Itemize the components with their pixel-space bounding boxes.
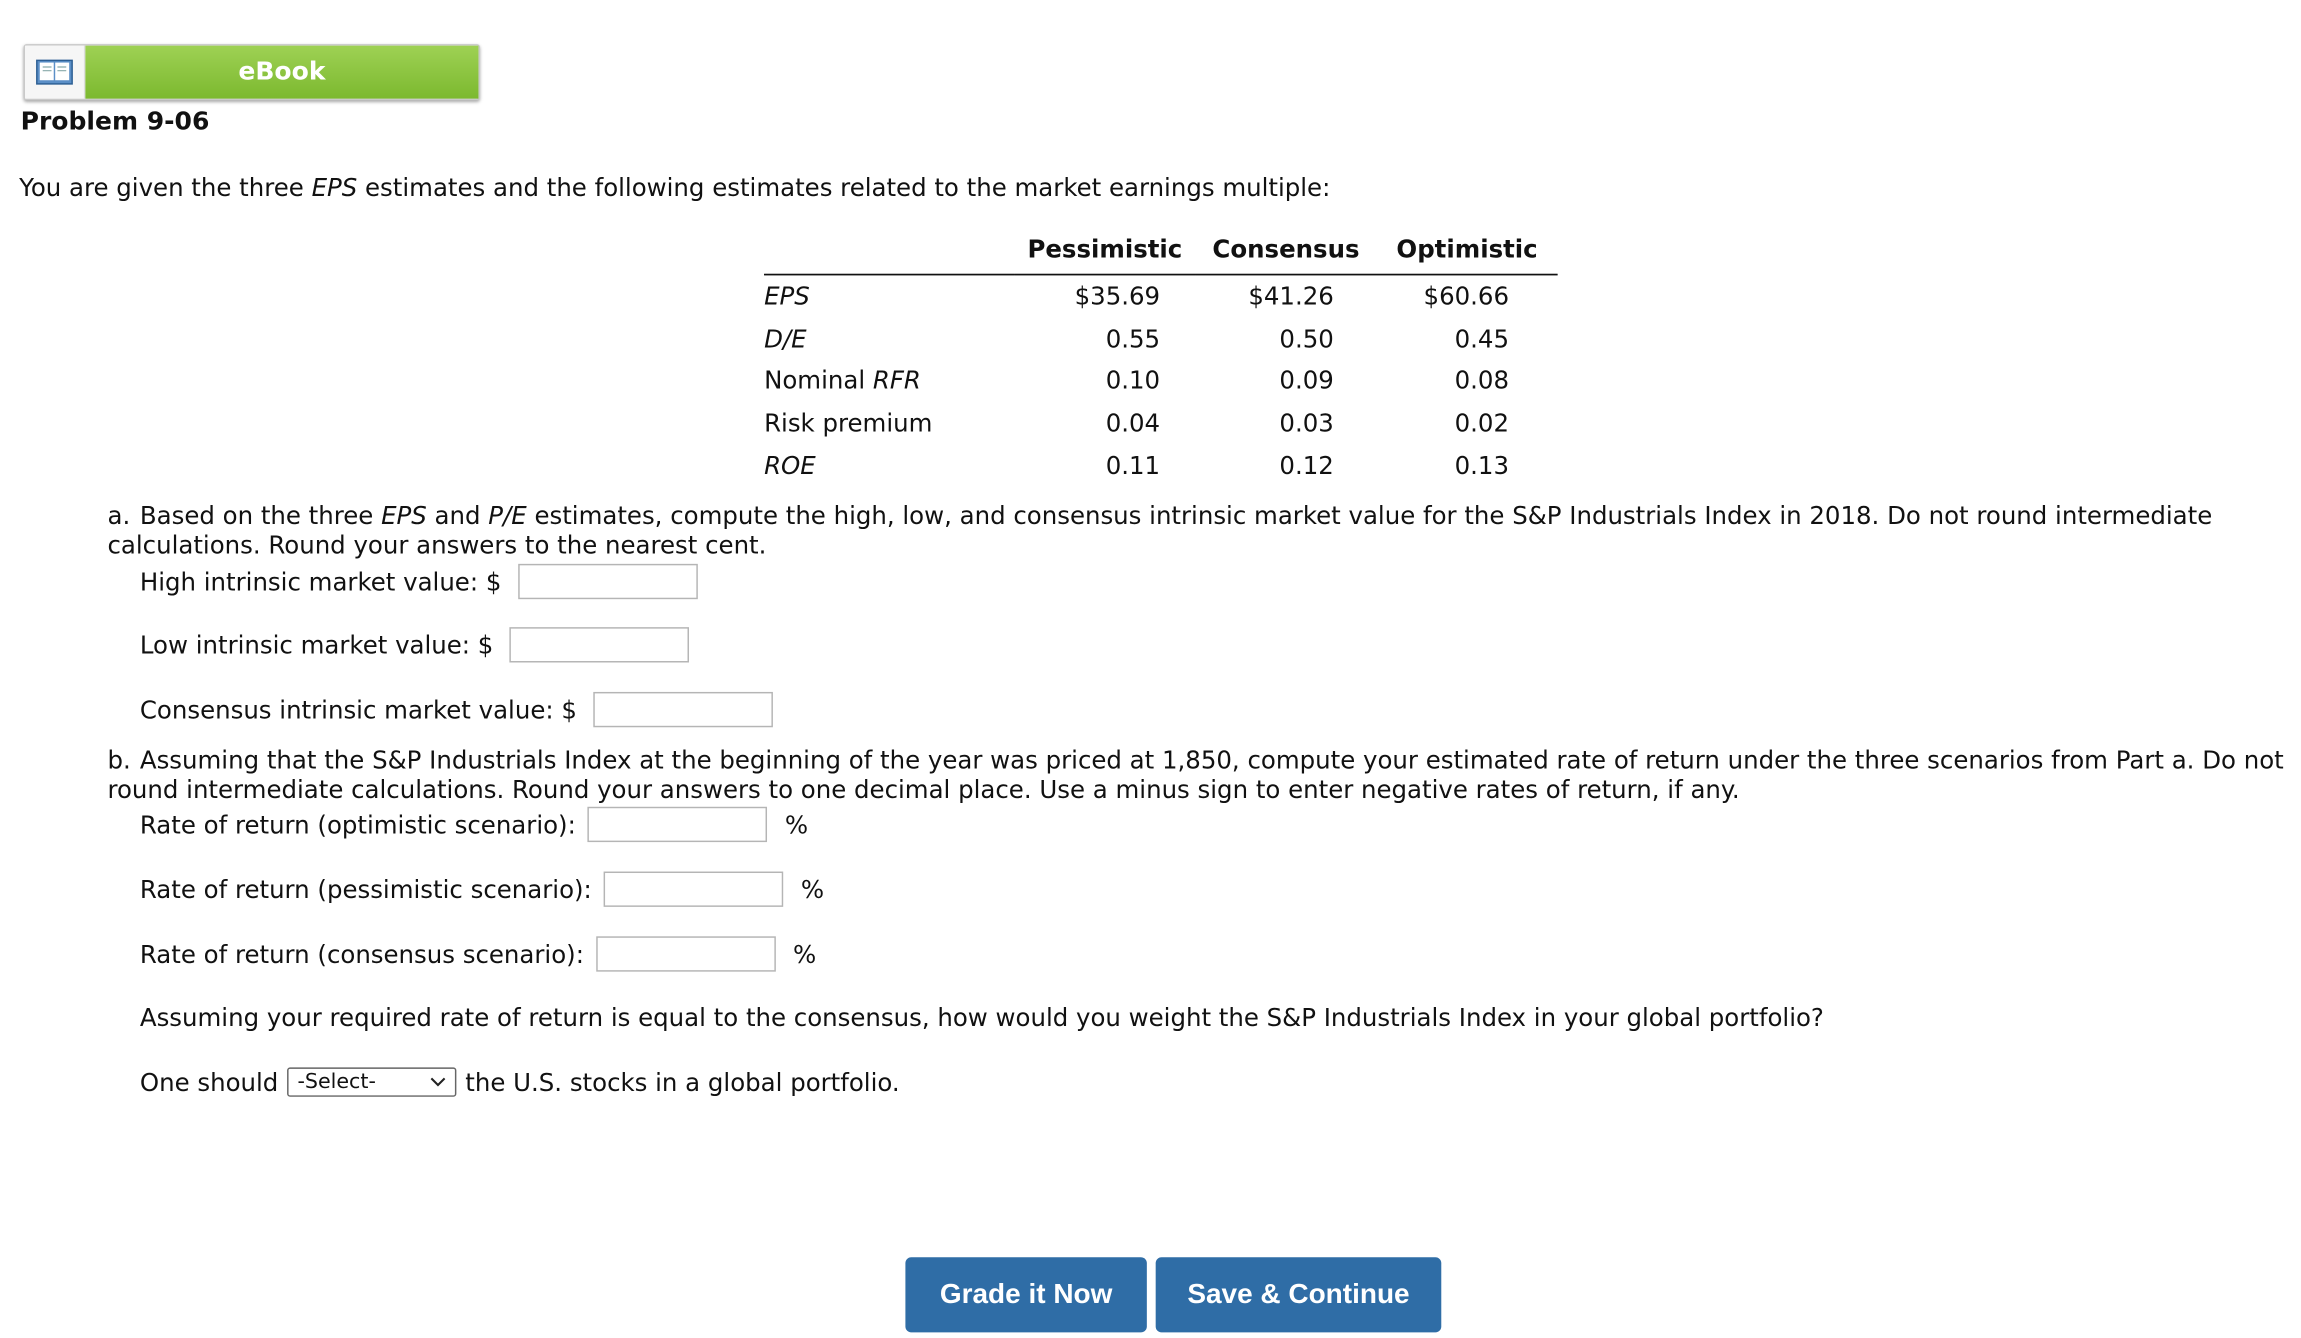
cell-optimistic: $60.66 [1423, 282, 1510, 311]
problem-title: Problem 9-06 [20, 107, 210, 137]
cell-optimistic: 0.13 [1454, 451, 1510, 480]
optimistic-return-row: Rate of return (optimistic scenario): % [139, 806, 809, 843]
high-value-input[interactable] [517, 563, 698, 600]
part-b-letter: b. [107, 746, 131, 775]
grade-it-now-button[interactable]: Grade it Now [905, 1257, 1147, 1333]
header-consensus: Consensus [1212, 235, 1360, 264]
cell-consensus: 0.50 [1279, 324, 1334, 353]
cell-optimistic: 0.02 [1454, 409, 1510, 438]
percent-sign: % [792, 939, 817, 968]
intro-text: You are given the three EPS estimates an… [19, 174, 1330, 202]
part-a-question: a. Based on the three EPS and P/E estimat… [107, 502, 2213, 559]
cell-consensus: 0.03 [1279, 409, 1334, 438]
cell-pessimistic: 0.55 [1105, 324, 1161, 353]
table-row: Risk premium 0.04 0.03 0.02 [764, 402, 1558, 444]
percent-sign: % [800, 875, 825, 904]
optimistic-return-label: Rate of return (optimistic scenario): [139, 810, 576, 839]
consensus-return-input[interactable] [595, 936, 776, 972]
pessimistic-return-label: Rate of return (pessimistic scenario): [139, 875, 592, 904]
cell-consensus: 0.09 [1279, 366, 1334, 395]
cell-optimistic: 0.45 [1454, 324, 1510, 353]
cell-optimistic: 0.08 [1454, 366, 1510, 395]
consensus-value-input[interactable] [593, 691, 773, 728]
part-b-question: b. Assuming that the S&P Industrials Inde… [107, 746, 2284, 804]
table-row: EPS $35.69 $41.26 $60.66 [764, 275, 1558, 318]
save-continue-button[interactable]: Save & Continue [1155, 1257, 1442, 1333]
percent-sign: % [784, 810, 809, 839]
weight-select-value: -Select- [297, 1070, 376, 1094]
estimates-table: Pessimistic Consensus Optimistic EPS $35… [764, 236, 1558, 487]
table-row: ROE 0.11 0.12 0.13 [764, 444, 1558, 486]
header-blank [764, 236, 1014, 275]
weight-select[interactable]: -Select- [287, 1067, 457, 1097]
high-value-row: High intrinsic market value: $ [139, 563, 698, 600]
weight-question: Assuming your required rate of return is… [139, 1004, 1824, 1033]
cell-pessimistic: 0.10 [1105, 366, 1161, 395]
consensus-return-row: Rate of return (consensus scenario): % [139, 936, 817, 972]
low-value-row: Low intrinsic market value: $ [139, 627, 690, 663]
should-pre-text: One should [139, 1068, 279, 1097]
row-label: EPS [764, 282, 810, 311]
ebook-label[interactable]: eBook [85, 45, 479, 99]
table-row: D/E 0.55 0.50 0.45 [764, 318, 1558, 360]
intro-before: You are given the three [19, 173, 312, 202]
consensus-value-label: Consensus intrinsic market value: $ [139, 695, 577, 724]
optimistic-return-input[interactable] [587, 806, 768, 843]
weight-answer-row: One should -Select- the U.S. stocks in a… [139, 1067, 900, 1097]
part-a-letter: a. [107, 502, 131, 530]
table-row: Nominal RFR 0.10 0.09 0.08 [764, 360, 1558, 402]
should-post-text: the U.S. stocks in a global portfolio. [465, 1068, 900, 1097]
cell-pessimistic: 0.04 [1105, 409, 1161, 438]
intro-term: EPS [311, 173, 358, 202]
row-label: ROE [764, 451, 816, 480]
chevron-down-icon [430, 1077, 446, 1087]
table-header-row: Pessimistic Consensus Optimistic [764, 236, 1558, 275]
ebook-button[interactable]: eBook [23, 44, 480, 101]
header-optimistic: Optimistic [1396, 235, 1538, 264]
row-label: Nominal RFR [764, 366, 921, 395]
row-label: Risk premium [764, 409, 933, 438]
low-value-input[interactable] [509, 627, 690, 663]
pessimistic-return-row: Rate of return (pessimistic scenario): % [139, 871, 825, 907]
cell-consensus: $41.26 [1248, 282, 1334, 311]
intro-after: estimates and the following estimates re… [357, 173, 1331, 202]
cell-pessimistic: 0.11 [1105, 451, 1161, 480]
cell-pessimistic: $35.69 [1074, 282, 1161, 311]
header-pessimistic: Pessimistic [1027, 235, 1183, 264]
high-value-label: High intrinsic market value: $ [139, 567, 502, 596]
pessimistic-return-input[interactable] [603, 871, 784, 907]
low-value-label: Low intrinsic market value: $ [139, 630, 494, 659]
consensus-value-row: Consensus intrinsic market value: $ [139, 691, 773, 728]
page: eBook Problem 9-06 You are given the thr… [0, 0, 2301, 1338]
open-book-icon [25, 45, 86, 99]
consensus-return-label: Rate of return (consensus scenario): [139, 939, 584, 968]
row-label: D/E [764, 324, 807, 353]
cell-consensus: 0.12 [1279, 451, 1334, 480]
